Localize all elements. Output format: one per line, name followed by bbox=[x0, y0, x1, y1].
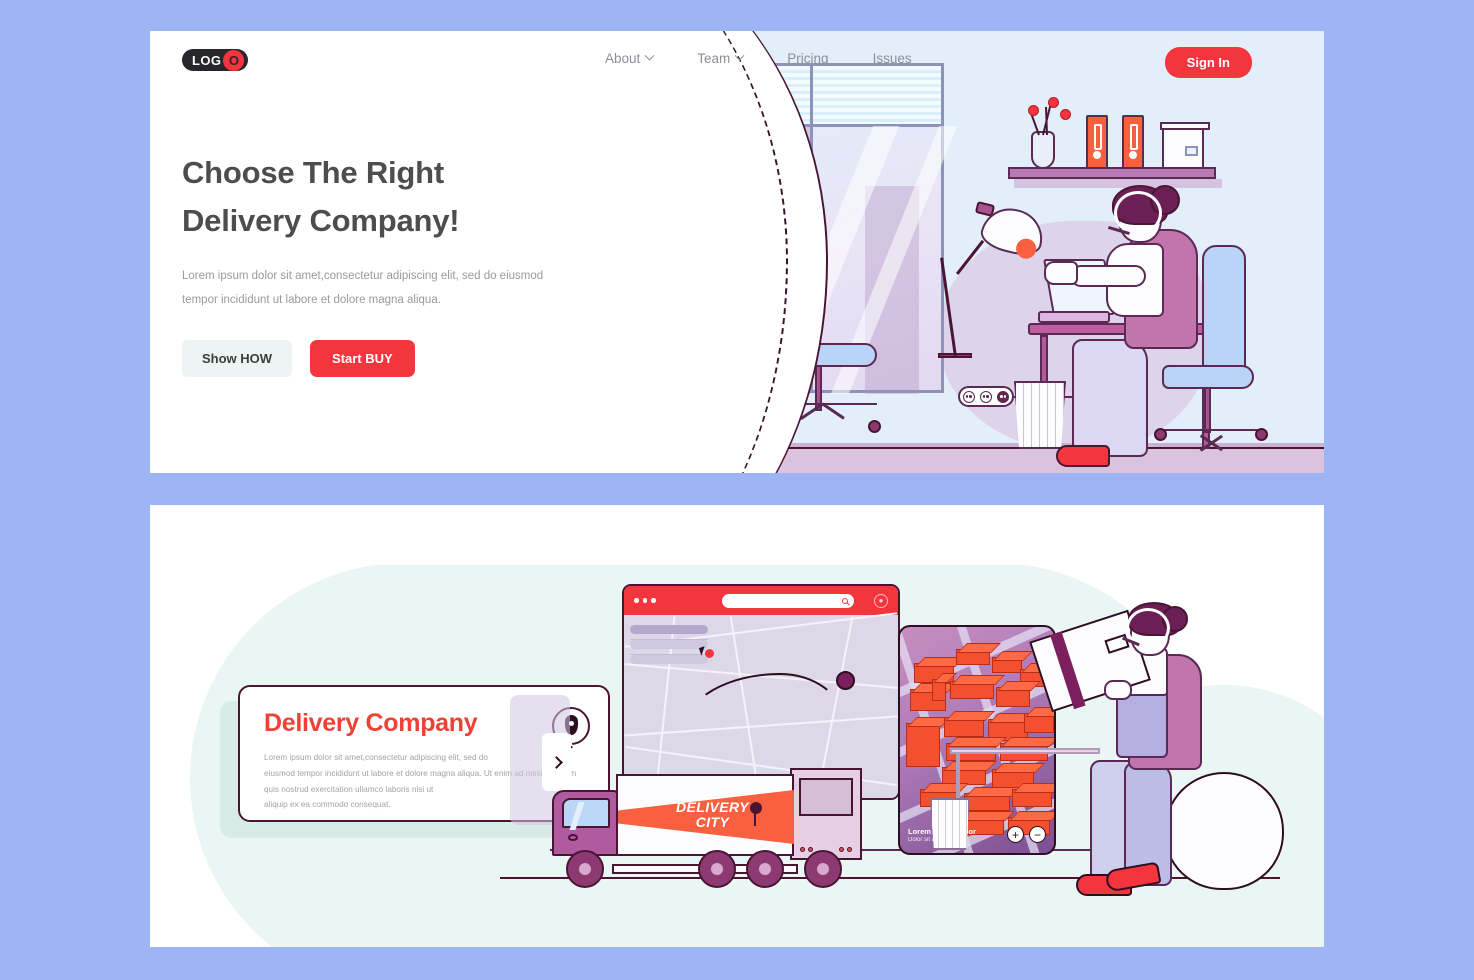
nav-item-issues[interactable]: Issues bbox=[873, 51, 912, 66]
background-desk bbox=[950, 748, 1100, 754]
flower-bloom-3 bbox=[1060, 109, 1071, 120]
headset-icon bbox=[1114, 191, 1162, 235]
background-wastebasket bbox=[930, 798, 970, 850]
courier-hand bbox=[1104, 680, 1132, 700]
route-path bbox=[684, 673, 844, 753]
hero-body: Lorem ipsum dolor sit amet,consectetur a… bbox=[182, 265, 602, 312]
wall-outlet bbox=[958, 386, 1014, 407]
chair-wheel-right bbox=[868, 420, 881, 433]
page-title: Choose The Right Delivery Company! bbox=[182, 149, 602, 245]
operator-chair-back bbox=[1202, 245, 1246, 377]
flower-bloom-2 bbox=[1028, 105, 1039, 116]
account-icon[interactable]: ● bbox=[874, 593, 888, 608]
hero-body-line-1: Lorem ipsum dolor sit amet,consectetur a… bbox=[182, 270, 544, 283]
page-root: LOG O About Team Pricing Issues Sign In … bbox=[0, 0, 1474, 980]
truck-logo-line-2: CITY bbox=[695, 813, 730, 830]
zoom-out-button[interactable]: − bbox=[1029, 826, 1046, 843]
chevron-right-icon bbox=[550, 755, 563, 769]
truck-wheel-tail bbox=[804, 850, 842, 888]
nav-links: About Team Pricing Issues bbox=[605, 50, 912, 66]
search-input[interactable] bbox=[721, 593, 854, 608]
truck-cab bbox=[552, 790, 618, 856]
map-sidebar-item[interactable] bbox=[630, 625, 708, 634]
truck-wheel-mid bbox=[698, 850, 736, 888]
operator-arm bbox=[1070, 265, 1146, 287]
hero-button-row: Show HOW Start BUY bbox=[182, 340, 602, 378]
operator-hand bbox=[1044, 261, 1078, 285]
hero-title-line-2: Delivery Company! bbox=[182, 203, 460, 239]
hero-illustration bbox=[608, 31, 1324, 473]
truck-door-handle bbox=[568, 834, 578, 841]
logo-badge: O bbox=[223, 49, 245, 71]
nav-item-pricing[interactable]: Pricing bbox=[787, 51, 828, 66]
truck-rear-door bbox=[790, 768, 862, 860]
truck-logo: DELIVERY CITY bbox=[676, 800, 749, 829]
storage-box bbox=[1160, 122, 1210, 169]
banner-top-strip bbox=[150, 505, 1324, 565]
courier-backdrop-blob bbox=[1164, 772, 1284, 890]
hero-copy: Choose The Right Delivery Company! Lorem… bbox=[182, 149, 602, 378]
nav-item-issues-label: Issues bbox=[872, 51, 912, 66]
operator-shoe bbox=[1056, 445, 1110, 467]
chevron-down-icon bbox=[644, 50, 655, 61]
hero-title-line-1: Choose The Right bbox=[182, 155, 445, 190]
chevron-down-icon bbox=[734, 50, 745, 61]
binder-2 bbox=[1122, 115, 1144, 169]
nav-item-team[interactable]: Team bbox=[697, 50, 745, 66]
route-destination-marker bbox=[836, 671, 855, 690]
truck-logo-line-1: DELIVERY bbox=[676, 799, 749, 815]
sign-in-button[interactable]: Sign In bbox=[1164, 47, 1252, 78]
browser-titlebar: ● bbox=[624, 586, 898, 615]
operator-chair-legs bbox=[1154, 428, 1268, 452]
operator-legs bbox=[1072, 339, 1148, 457]
logo[interactable]: LOG O bbox=[182, 49, 249, 71]
map-sidebar-item[interactable] bbox=[630, 640, 708, 649]
nav-item-about[interactable]: About bbox=[605, 50, 655, 66]
operator-chair-seat bbox=[1162, 365, 1254, 389]
courier-with-box bbox=[930, 602, 1284, 902]
nav-item-pricing-label: Pricing bbox=[787, 51, 829, 66]
start-buy-button[interactable]: Start BUY bbox=[310, 340, 415, 378]
delivery-banner: Delivery Company Lorem ipsum dolor sit a… bbox=[150, 505, 1324, 947]
wastebasket bbox=[1014, 381, 1066, 449]
binder-1 bbox=[1086, 115, 1108, 169]
navbar: LOG O About Team Pricing Issues Sign In bbox=[150, 31, 1324, 93]
window-controls-icon[interactable] bbox=[634, 598, 656, 603]
logo-text: LOG bbox=[192, 52, 222, 68]
truck-wheel-front bbox=[566, 850, 604, 888]
call-center-operator bbox=[1044, 185, 1268, 473]
truck-pin-icon bbox=[750, 802, 762, 826]
nav-item-about-label: About bbox=[605, 51, 641, 66]
map-zoom-controls: + − bbox=[1007, 826, 1046, 843]
truck-window bbox=[562, 798, 610, 828]
truck-cargo-box: DELIVERY CITY bbox=[616, 774, 794, 856]
zoom-in-button[interactable]: + bbox=[1007, 826, 1024, 843]
flower-vase bbox=[1031, 131, 1055, 169]
shelf-shadow bbox=[1014, 179, 1222, 188]
delivery-truck: DELIVERY CITY bbox=[552, 768, 866, 888]
hero-banner: LOG O About Team Pricing Issues Sign In … bbox=[150, 31, 1324, 473]
truck-wheel-rear bbox=[746, 850, 784, 888]
city-map-panel: Lorem ipsum dolor Dolor sit amet 300 m +… bbox=[898, 625, 1056, 855]
map-sidebar-item[interactable] bbox=[630, 649, 714, 664]
show-how-button[interactable]: Show HOW bbox=[182, 340, 293, 378]
search-icon bbox=[841, 597, 848, 604]
nav-item-team-label: Team bbox=[697, 51, 731, 66]
flower-bloom-1 bbox=[1048, 97, 1059, 108]
operator-chair-post bbox=[1204, 387, 1211, 433]
map-sidebar bbox=[630, 625, 714, 711]
hero-body-line-2: tempor incididunt ut labore et dolore ma… bbox=[182, 293, 441, 306]
